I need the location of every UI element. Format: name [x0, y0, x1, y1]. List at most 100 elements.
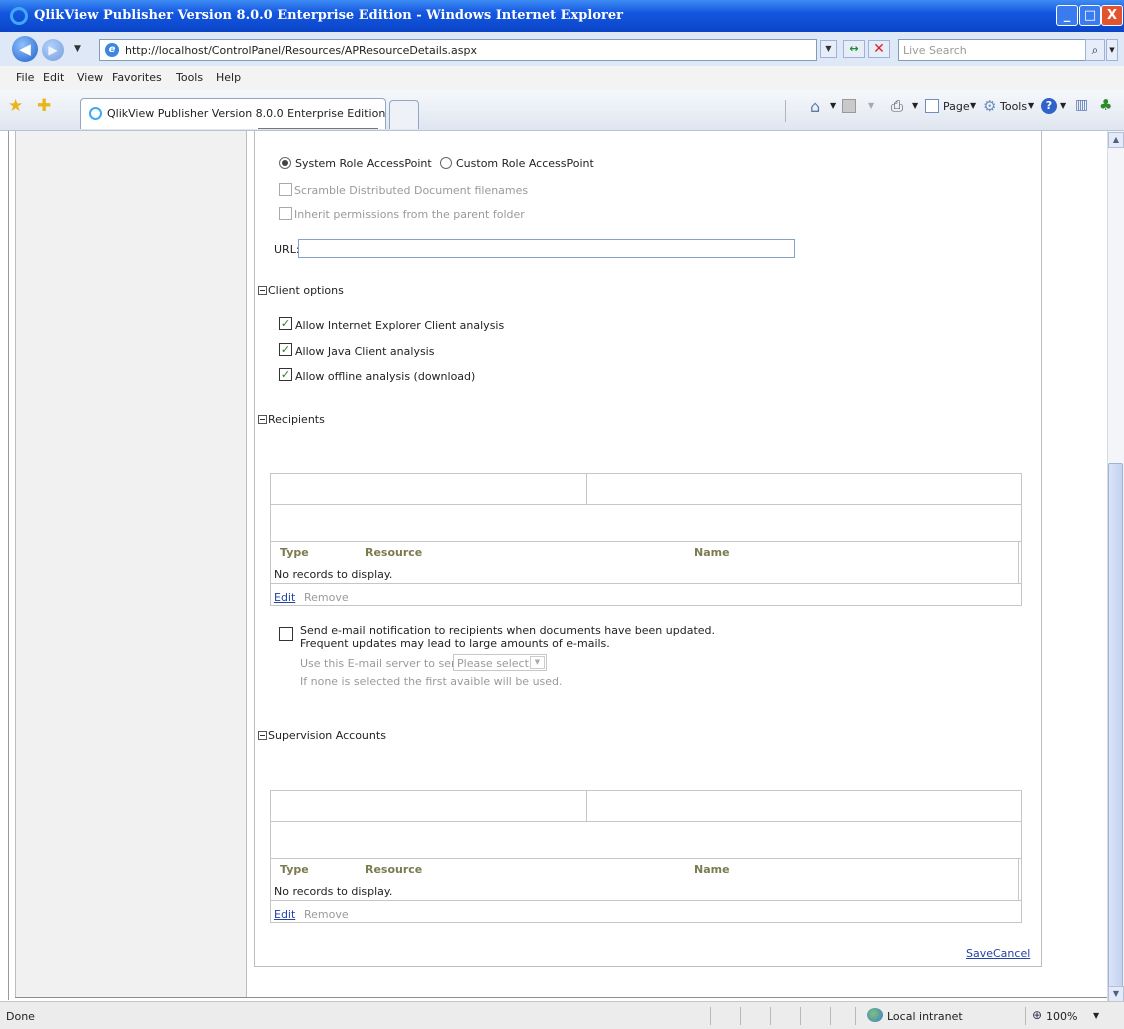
radio-system-role-label: System Role AccessPoint — [295, 157, 432, 170]
search-input[interactable]: Live Search — [898, 39, 1098, 61]
client-options-title: Client options — [268, 284, 344, 297]
minimize-button[interactable]: _ — [1056, 5, 1078, 26]
tools-gear-icon: ⚙ — [983, 97, 997, 115]
search-icon[interactable]: ⌕ — [1085, 39, 1105, 61]
radio-system-role[interactable] — [279, 157, 291, 169]
select-dropdown-icon[interactable]: ▼ — [530, 656, 545, 669]
recipients-empty-text: No records to display. — [274, 568, 393, 581]
home-dropdown-icon[interactable]: ▼ — [830, 101, 836, 110]
history-dropdown-icon[interactable]: ▼ — [74, 44, 81, 54]
supervision-col-type[interactable]: Type — [280, 863, 309, 876]
save-link[interactable]: Save — [966, 947, 993, 960]
recipients-col-type[interactable]: Type — [280, 546, 309, 559]
favorites-tab-bar: ★ ✚ QlikView Publisher Version 8.0.0 Ent… — [0, 90, 1124, 131]
address-input[interactable]: e http://localhost/ControlPanel/Resource… — [99, 39, 817, 61]
ie-client-checkbox[interactable]: ✓ — [279, 317, 292, 330]
scroll-up-arrow-icon[interactable]: ▲ — [1108, 132, 1124, 148]
tools-menu[interactable]: Tools — [1000, 100, 1027, 113]
email-notify-checkbox[interactable] — [279, 627, 293, 641]
menu-edit[interactable]: Edit — [43, 71, 64, 84]
favorites-star-icon[interactable]: ★ — [8, 96, 23, 116]
scrollbar-thumb[interactable] — [1108, 463, 1123, 988]
tab-active[interactable]: QlikView Publisher Version 8.0.0 Enterpr… — [80, 98, 386, 129]
url-input[interactable] — [298, 239, 795, 258]
zoom-level[interactable]: 100% — [1046, 1010, 1077, 1023]
recipients-col-name[interactable]: Name — [694, 546, 730, 559]
maximize-button[interactable]: □ — [1079, 5, 1101, 26]
supervision-grid: Type Resource Name No records to display… — [270, 790, 1022, 923]
address-url: http://localhost/ControlPanel/Resources/… — [125, 44, 478, 57]
page-dropdown-icon[interactable]: ▼ — [970, 101, 976, 110]
menu-favorites[interactable]: Favorites — [112, 71, 162, 84]
supervision-col-name[interactable]: Name — [694, 863, 730, 876]
inherit-checkbox[interactable] — [279, 207, 292, 220]
collapse-icon[interactable] — [258, 286, 267, 295]
status-text: Done — [6, 1010, 35, 1023]
window-title: QlikView Publisher Version 8.0.0 Enterpr… — [34, 8, 623, 23]
feeds-icon[interactable] — [842, 99, 856, 113]
zoom-dropdown-icon[interactable]: ▼ — [1093, 1011, 1099, 1020]
status-bar: Done Local intranet ⊕ 100% ▼ — [0, 1001, 1124, 1029]
java-client-checkbox[interactable]: ✓ — [279, 343, 292, 356]
print-icon[interactable]: ⎙ — [891, 97, 903, 115]
ie-logo-icon — [10, 7, 28, 25]
cancel-link[interactable]: Cancel — [993, 947, 1030, 960]
help-icon[interactable]: ? — [1041, 98, 1057, 114]
email-server-label: Use this E-mail server to send: — [300, 657, 469, 670]
supervision-remove-link[interactable]: Remove — [304, 908, 349, 921]
collapse-icon[interactable] — [258, 731, 267, 740]
research-icon[interactable]: ▥ — [1075, 97, 1088, 113]
toolbar-divider — [785, 100, 786, 122]
menu-view[interactable]: View — [77, 71, 103, 84]
search-options-icon[interactable]: ▼ — [1106, 39, 1118, 61]
supervision-title: Supervision Accounts — [268, 729, 386, 742]
supervision-header[interactable]: Supervision Accounts — [258, 729, 386, 742]
intranet-zone-icon — [867, 1008, 883, 1022]
zone-text: Local intranet — [887, 1010, 963, 1023]
email-server-select[interactable]: Please select ▼ — [453, 654, 547, 671]
recipients-remove-link[interactable]: Remove — [304, 591, 349, 604]
forward-arrow-icon[interactable]: ▶ — [42, 39, 64, 61]
email-server-hint: If none is selected the first avaible wi… — [300, 675, 563, 688]
page-bottom-border — [15, 997, 1107, 998]
access-point-type-header-clipped — [258, 127, 398, 132]
new-tab-button[interactable] — [389, 100, 419, 129]
stop-icon[interactable]: ✕ — [868, 40, 890, 58]
address-toolbar: ◀ ▶ ▼ e http://localhost/ControlPanel/Re… — [0, 32, 1124, 66]
add-favorite-icon[interactable]: ✚ — [37, 96, 51, 116]
supervision-edit-link[interactable]: Edit — [274, 908, 295, 921]
menu-tools[interactable]: Tools — [176, 71, 203, 84]
scramble-checkbox[interactable] — [279, 183, 292, 196]
page-menu[interactable]: Page — [943, 100, 970, 113]
radio-custom-role[interactable] — [440, 157, 452, 169]
zoom-icon[interactable]: ⊕ — [1032, 1008, 1042, 1022]
print-dropdown-icon[interactable]: ▼ — [912, 101, 918, 110]
client-options-header[interactable]: Client options — [258, 284, 344, 297]
supervision-empty-text: No records to display. — [274, 885, 393, 898]
menu-help[interactable]: Help — [216, 71, 241, 84]
java-client-label: Allow Java Client analysis — [295, 345, 435, 358]
ie-client-label: Allow Internet Explorer Client analysis — [295, 319, 505, 332]
left-navigation-panel — [15, 131, 247, 998]
collapse-icon[interactable] — [258, 415, 267, 424]
email-notify-line1: Send e-mail notification to recipients w… — [300, 624, 716, 637]
messenger-icon[interactable]: ♣ — [1099, 96, 1112, 114]
recipients-edit-link[interactable]: Edit — [274, 591, 295, 604]
close-button[interactable]: X — [1101, 5, 1123, 26]
supervision-col-resource[interactable]: Resource — [365, 863, 422, 876]
address-dropdown-icon[interactable]: ▼ — [820, 40, 837, 58]
tools-dropdown-icon[interactable]: ▼ — [1028, 101, 1034, 110]
refresh-icon[interactable]: ↔ — [843, 40, 865, 58]
offline-analysis-checkbox[interactable]: ✓ — [279, 368, 292, 381]
window-title-bar[interactable]: QlikView Publisher Version 8.0.0 Enterpr… — [0, 0, 1124, 33]
offline-analysis-label: Allow offline analysis (download) — [295, 370, 476, 383]
page-menu-icon — [925, 99, 939, 113]
menu-file[interactable]: File — [16, 71, 34, 84]
recipients-header[interactable]: Recipients — [258, 413, 325, 426]
back-arrow-icon[interactable]: ◀ — [12, 36, 38, 62]
home-icon[interactable]: ⌂ — [810, 97, 820, 116]
feeds-dropdown-icon[interactable]: ▼ — [868, 101, 874, 110]
recipients-col-resource[interactable]: Resource — [365, 546, 422, 559]
help-dropdown-icon[interactable]: ▼ — [1060, 101, 1066, 110]
scroll-down-arrow-icon[interactable]: ▼ — [1108, 986, 1124, 1002]
